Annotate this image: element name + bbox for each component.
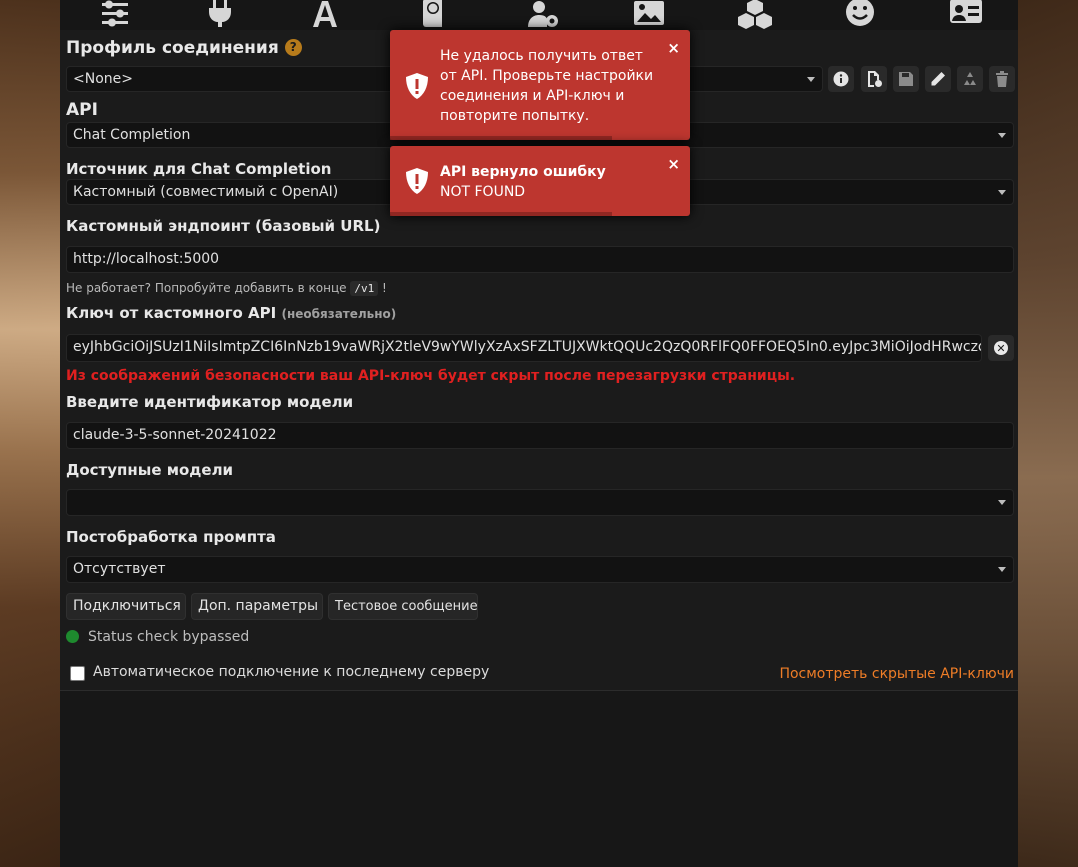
chevron-down-icon	[998, 133, 1006, 138]
profile-title: Профиль соединения	[66, 38, 279, 58]
hint-code: /v1	[350, 281, 379, 296]
chevron-down-icon	[998, 500, 1006, 505]
close-icon[interactable]: ×	[667, 155, 680, 173]
cubes-icon[interactable]	[735, 0, 775, 29]
toast-progress	[390, 136, 612, 140]
status-text: Status check bypassed	[88, 629, 250, 645]
postprocess-selected-value: Отсутствует	[73, 561, 166, 577]
status-indicator	[66, 630, 79, 643]
model-input[interactable]: claude-3-5-sonnet-20241022	[66, 422, 1014, 449]
pencil-icon[interactable]	[925, 66, 951, 92]
extra-params-button[interactable]: Доп. параметры	[191, 593, 323, 620]
error-toast[interactable]: × Не удалось получить ответ от API. Пров…	[390, 30, 690, 140]
auto-connect-label: Автоматическое подключение к последнему …	[93, 664, 490, 680]
top-navigation-bar	[60, 0, 1018, 30]
clear-key-button[interactable]: ✕	[988, 335, 1014, 361]
hint-text: Не работает? Попробуйте добавить в конце	[66, 281, 347, 295]
shield-alert-icon	[406, 73, 428, 99]
id-card-icon[interactable]	[946, 0, 986, 28]
info-icon[interactable]	[828, 66, 854, 92]
toast-progress	[390, 212, 612, 216]
book-globe-icon[interactable]	[413, 0, 453, 28]
hint-suffix: !	[382, 281, 387, 295]
sliders-icon[interactable]	[95, 0, 135, 28]
toast-title: API вернуло ошибку	[440, 164, 606, 180]
source-selected-value: Кастомный (совместимый с OpenAI)	[73, 184, 339, 200]
profile-selected-value: <None>	[73, 71, 133, 87]
new-file-icon[interactable]	[861, 66, 887, 92]
hidden-keys-link[interactable]: Посмотреть скрытые API-ключи	[779, 666, 1014, 682]
close-icon[interactable]: ×	[667, 39, 680, 57]
security-warning: Из соображений безопасности ваш API-ключ…	[66, 368, 796, 384]
toast-message: Не удалось получить ответ от API. Провер…	[440, 48, 654, 124]
api-key-label-text: Ключ от кастомного API	[66, 304, 277, 322]
toast-message: NOT FOUND	[440, 184, 526, 200]
chevron-down-icon	[998, 190, 1006, 195]
image-icon[interactable]	[629, 0, 669, 28]
api-key-label: Ключ от кастомного API (необязательно)	[66, 304, 396, 322]
close-circle-icon: ✕	[994, 341, 1008, 355]
api-selected-value: Chat Completion	[73, 127, 191, 143]
user-gear-icon[interactable]	[523, 0, 563, 28]
available-models-select[interactable]	[66, 489, 1014, 516]
connect-button[interactable]: Подключиться	[66, 593, 186, 620]
endpoint-label: Кастомный эндпоинт (базовый URL)	[66, 217, 381, 235]
test-message-button[interactable]: Тестовое сообщение	[328, 593, 478, 620]
auto-connect-checkbox[interactable]	[70, 666, 85, 681]
save-icon[interactable]	[893, 66, 919, 92]
postprocess-select[interactable]: Отсутствует	[66, 556, 1014, 583]
chevron-down-icon	[807, 77, 815, 82]
postprocess-label: Постобработка промпта	[66, 528, 276, 546]
model-label: Введите идентификатор модели	[66, 393, 354, 411]
help-icon[interactable]: ?	[284, 39, 302, 56]
plug-icon[interactable]	[200, 0, 240, 28]
smile-icon[interactable]	[840, 0, 880, 28]
optional-tag: (необязательно)	[281, 307, 397, 321]
chevron-down-icon	[998, 567, 1006, 572]
available-models-label: Доступные модели	[66, 461, 234, 479]
background-left	[0, 0, 60, 867]
endpoint-input[interactable]: http://localhost:5000	[66, 246, 1014, 273]
endpoint-hint: Не работает? Попробуйте добавить в конце…	[66, 281, 387, 296]
shield-alert-icon	[406, 168, 428, 194]
background-right	[1018, 0, 1078, 867]
profile-heading: Профиль соединения?	[66, 38, 302, 58]
font-icon[interactable]	[305, 0, 345, 28]
api-key-input[interactable]: eyJhbGciOiJSUzI1NiIsImtpZCI6InNzb19vaWRj…	[66, 334, 982, 362]
api-error-toast[interactable]: × API вернуло ошибку NOT FOUND	[390, 146, 690, 216]
recycle-icon[interactable]	[957, 66, 983, 92]
trash-icon[interactable]	[989, 66, 1015, 92]
api-label: API	[66, 100, 98, 120]
source-label: Источник для Chat Completion	[66, 160, 332, 178]
